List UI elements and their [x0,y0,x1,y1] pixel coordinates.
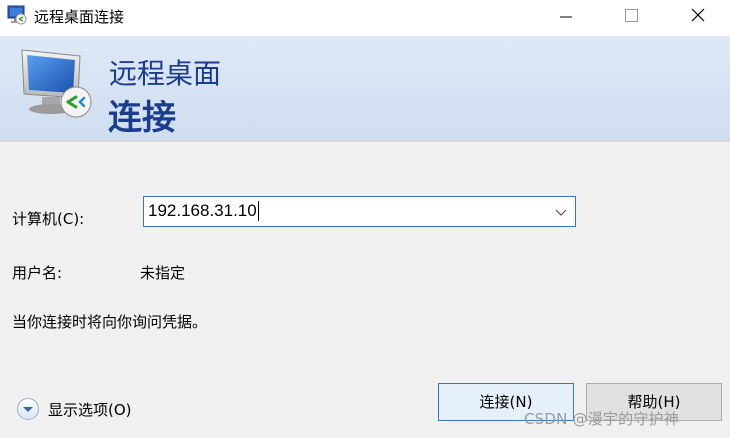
close-button[interactable] [676,0,720,30]
banner-divider [0,140,730,142]
title-bar[interactable]: 远程桌面连接 [0,0,730,36]
chevron-down-circle-icon[interactable] [16,397,40,421]
banner-subtitle: 远程桌面 [109,57,222,90]
window-title: 远程桌面连接 [34,8,125,26]
show-options-label[interactable]: 显示选项(O) [48,399,132,420]
remote-desktop-monitor-icon [21,49,92,118]
credentials-info: 当你连接时将向你询问凭据。 [12,313,208,331]
computer-input[interactable]: 192.168.31.10 [148,201,259,221]
maximize-icon [625,9,638,22]
username-value: 未指定 [140,264,186,282]
minimize-button[interactable] [544,0,588,30]
computer-combobox[interactable]: 192.168.31.10 [143,196,576,227]
banner-title: 连接 [108,98,176,138]
minimize-icon [560,16,572,18]
maximize-button[interactable] [609,0,653,30]
chevron-down-icon[interactable] [555,206,567,218]
watermark: CSDN @漫宇的守护神 [524,410,679,428]
close-icon [691,8,705,22]
computer-label: 计算机(C): [12,210,85,228]
username-label: 用户名: [12,264,63,282]
remote-desktop-icon [7,5,27,25]
